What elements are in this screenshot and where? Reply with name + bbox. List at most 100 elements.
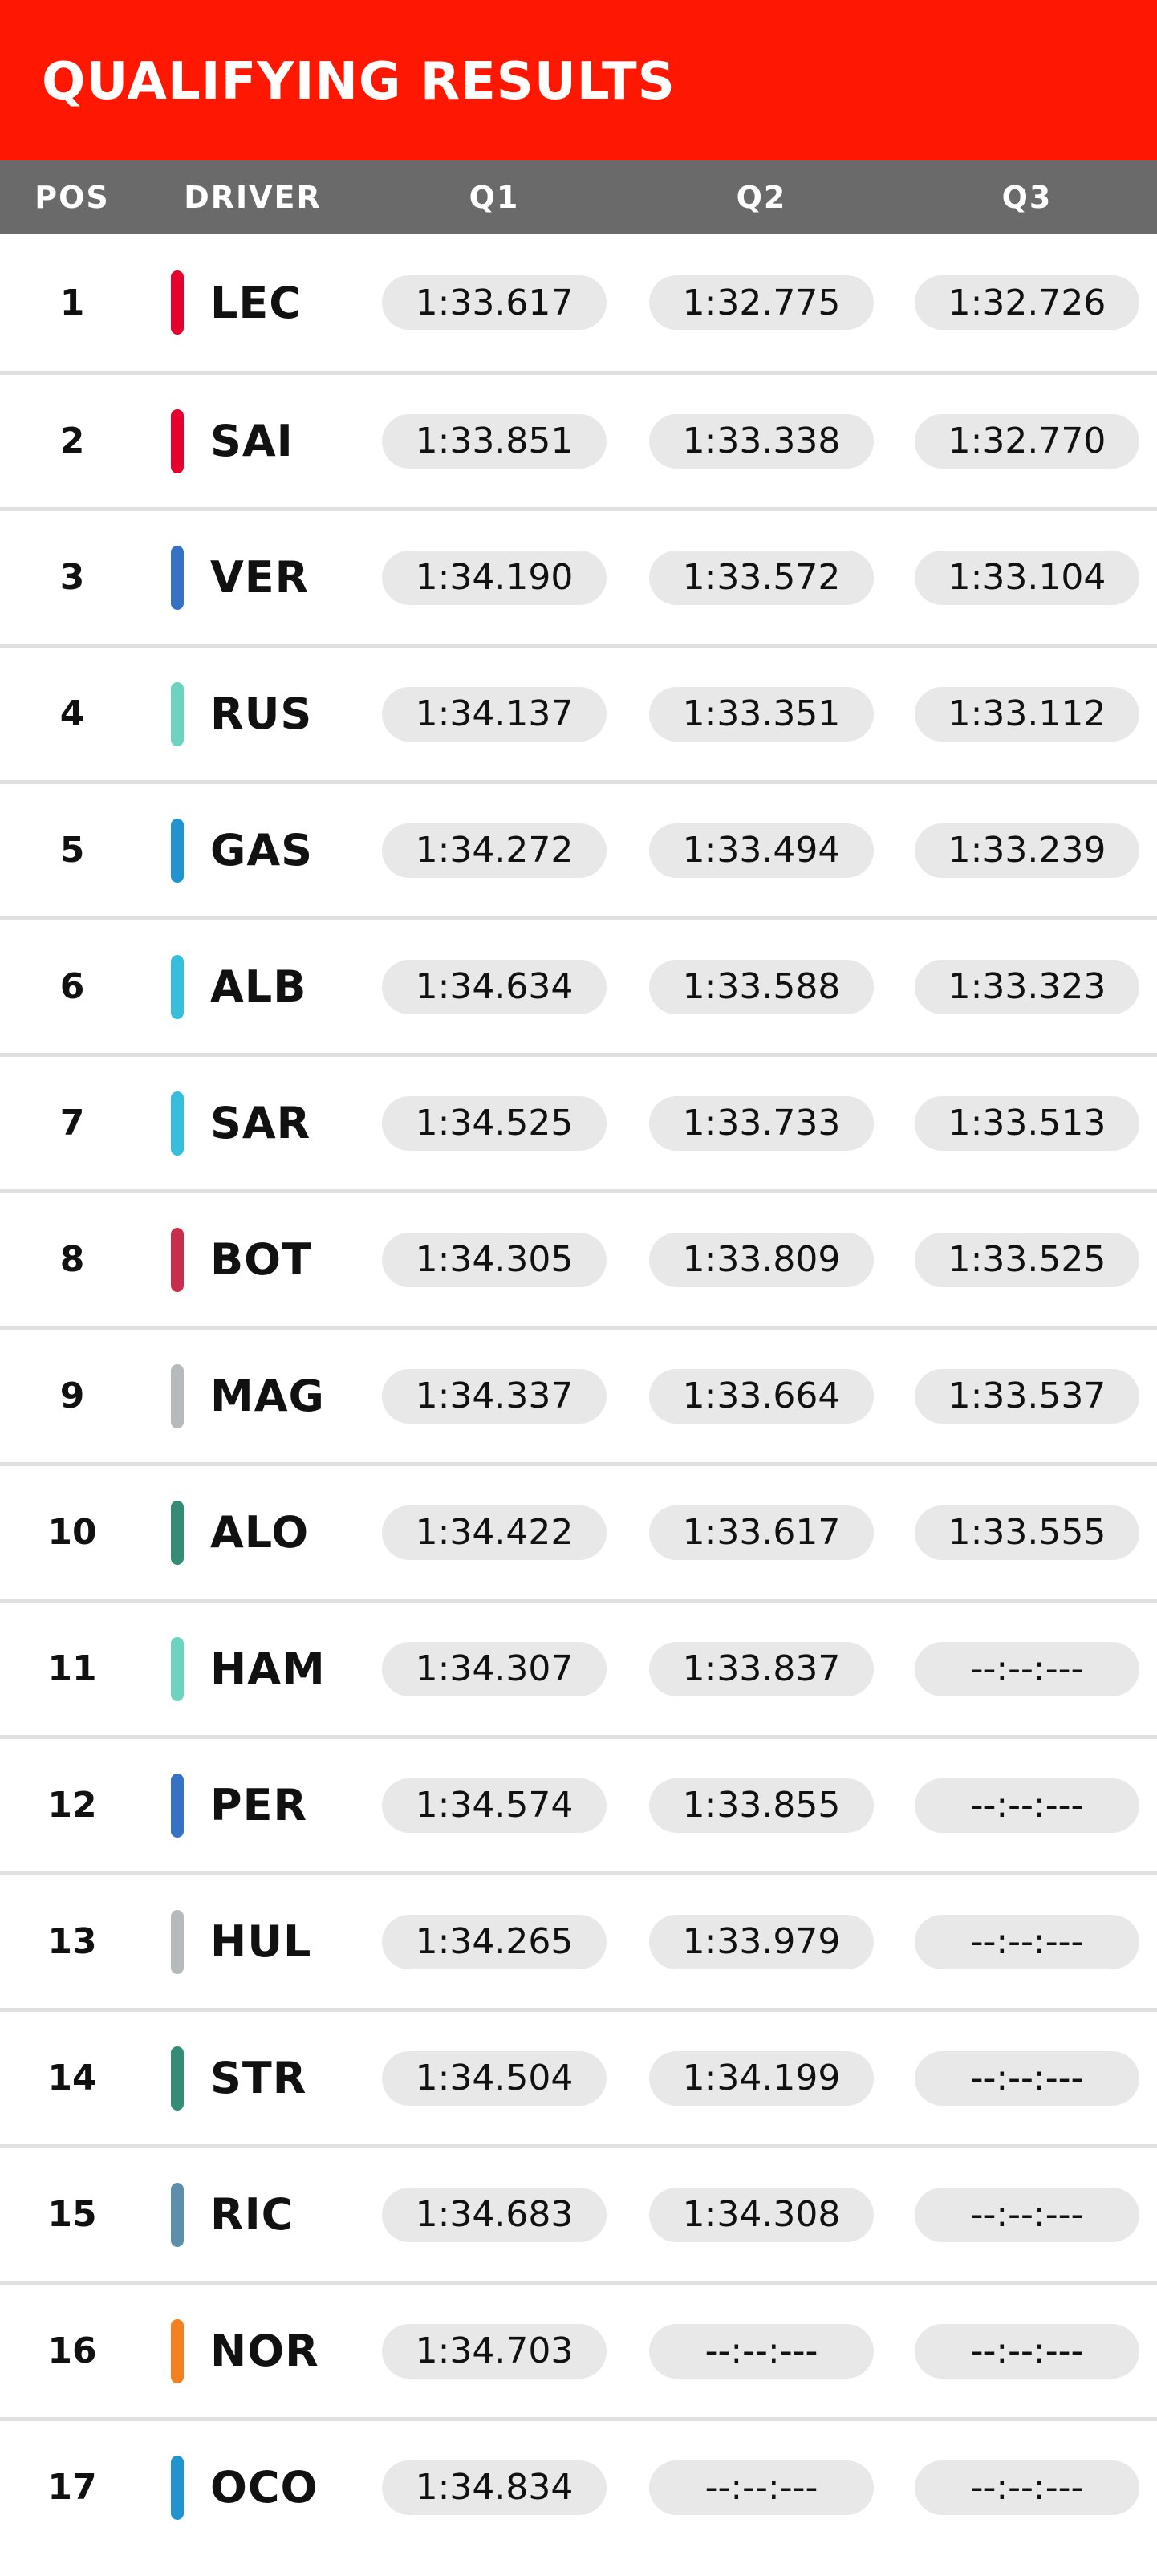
table-row: 10 ALO 1:34.422 1:33.617 1:33.555 <box>0 1462 1157 1599</box>
driver-code: GAS <box>210 825 314 876</box>
q3-time: --:--:--- <box>915 2460 1139 2515</box>
q3-time: 1:33.323 <box>915 959 1139 1014</box>
column-header-q2: Q2 <box>736 180 787 215</box>
q3-time: 1:33.104 <box>915 550 1139 605</box>
results-table: 1 LEC 1:33.617 1:32.775 1:32.726 2 SAI 1:33.851… <box>0 234 1157 2554</box>
q2-time: 1:33.351 <box>649 686 874 742</box>
position-number: 4 <box>59 693 85 734</box>
q3-time: 1:33.537 <box>915 1368 1139 1424</box>
table-row: 1 LEC 1:33.617 1:32.775 1:32.726 <box>0 234 1157 371</box>
position-number: 2 <box>59 421 85 461</box>
q1-time: 1:34.504 <box>382 2050 607 2106</box>
page-title: QUALIFYING RESULTS <box>42 52 676 112</box>
column-header-q1: Q1 <box>469 180 520 215</box>
table-row: 7 SAR 1:34.525 1:33.733 1:33.513 <box>0 1053 1157 1189</box>
position-number: 11 <box>47 1648 97 1689</box>
q2-time: 1:32.775 <box>649 275 874 330</box>
q2-time: --:--:--- <box>649 2323 874 2379</box>
position-number: 15 <box>47 2194 97 2235</box>
q1-time: 1:34.305 <box>382 1232 607 1287</box>
q1-time: 1:33.851 <box>382 413 607 469</box>
team-color-bar <box>171 1363 184 1428</box>
driver-code: BOT <box>210 1234 312 1285</box>
team-color-bar <box>171 408 184 473</box>
table-row: 14 STR 1:34.504 1:34.199 --:--:--- <box>0 2008 1157 2144</box>
q2-time: 1:33.837 <box>649 1641 874 1696</box>
q1-time: 1:34.422 <box>382 1505 607 1560</box>
q1-time: 1:34.265 <box>382 1914 607 1969</box>
team-color-bar <box>171 270 184 335</box>
driver-code: SAI <box>210 416 294 466</box>
position-number: 10 <box>47 1512 97 1553</box>
q1-time: 1:34.525 <box>382 1095 607 1151</box>
position-number: 5 <box>59 830 85 871</box>
table-row: 17 OCO 1:34.834 --:--:--- --:--:--- <box>0 2417 1157 2554</box>
table-row: 9 MAG 1:34.337 1:33.664 1:33.537 <box>0 1326 1157 1462</box>
q3-time: 1:33.555 <box>915 1505 1139 1560</box>
driver-code: LEC <box>210 277 302 328</box>
team-color-bar <box>171 1773 184 1838</box>
driver-code: MAG <box>210 1371 325 1421</box>
position-number: 7 <box>59 1103 85 1144</box>
q2-time: 1:33.338 <box>649 413 874 469</box>
q2-time: 1:33.494 <box>649 823 874 878</box>
team-color-bar <box>171 2455 184 2520</box>
q3-time: 1:33.513 <box>915 1095 1139 1151</box>
position-number: 12 <box>47 1785 97 1826</box>
driver-code: STR <box>210 2053 307 2103</box>
q2-time: 1:33.572 <box>649 550 874 605</box>
q1-time: 1:34.337 <box>382 1368 607 1424</box>
position-number: 1 <box>59 282 85 323</box>
table-row: 8 BOT 1:34.305 1:33.809 1:33.525 <box>0 1189 1157 1326</box>
team-color-bar <box>171 1909 184 1974</box>
page-header: QUALIFYING RESULTS <box>0 0 1157 160</box>
table-row: 4 RUS 1:34.137 1:33.351 1:33.112 <box>0 644 1157 780</box>
q1-time: 1:34.634 <box>382 959 607 1014</box>
q3-time: --:--:--- <box>915 1914 1139 1969</box>
column-header-pos: POS <box>35 180 110 215</box>
position-number: 13 <box>47 1921 97 1962</box>
team-color-bar <box>171 2318 184 2383</box>
q3-time: --:--:--- <box>915 2187 1139 2242</box>
q3-time: --:--:--- <box>915 2323 1139 2379</box>
team-color-bar <box>171 1227 184 1292</box>
table-row: 15 RIC 1:34.683 1:34.308 --:--:--- <box>0 2144 1157 2281</box>
q1-time: 1:34.703 <box>382 2323 607 2379</box>
q2-time: 1:33.617 <box>649 1505 874 1560</box>
driver-code: HAM <box>210 1644 326 1694</box>
driver-code: VER <box>210 552 310 603</box>
q1-time: 1:34.574 <box>382 1778 607 1833</box>
q2-time: 1:33.809 <box>649 1232 874 1287</box>
driver-code: NOR <box>210 2326 319 2376</box>
q3-time: --:--:--- <box>915 2050 1139 2106</box>
q1-time: 1:33.617 <box>382 275 607 330</box>
table-row: 16 NOR 1:34.703 --:--:--- --:--:--- <box>0 2281 1157 2417</box>
q1-time: 1:34.190 <box>382 550 607 605</box>
table-row: 6 ALB 1:34.634 1:33.588 1:33.323 <box>0 916 1157 1053</box>
position-number: 17 <box>47 2467 97 2508</box>
q2-time: 1:33.733 <box>649 1095 874 1151</box>
position-number: 14 <box>47 2058 97 2099</box>
driver-code: RUS <box>210 689 313 739</box>
team-color-bar <box>171 2182 184 2247</box>
team-color-bar <box>171 2046 184 2111</box>
q3-time: --:--:--- <box>915 1641 1139 1696</box>
q1-time: 1:34.834 <box>382 2460 607 2515</box>
position-number: 6 <box>59 966 85 1007</box>
q2-time: 1:34.199 <box>649 2050 874 2106</box>
q1-time: 1:34.272 <box>382 823 607 878</box>
q3-time: 1:32.726 <box>915 275 1139 330</box>
q2-time: 1:34.308 <box>649 2187 874 2242</box>
driver-code: ALO <box>210 1507 310 1558</box>
team-color-bar <box>171 1500 184 1565</box>
driver-code: ALB <box>210 961 307 1012</box>
team-color-bar <box>171 1091 184 1156</box>
position-number: 16 <box>47 2330 97 2371</box>
column-header-bar: POS DRIVER Q1 Q2 Q3 <box>0 160 1157 234</box>
q3-time: 1:32.770 <box>915 413 1139 469</box>
column-header-q3: Q3 <box>1001 180 1053 215</box>
q2-time: --:--:--- <box>649 2460 874 2515</box>
q2-time: 1:33.855 <box>649 1778 874 1833</box>
team-color-bar <box>171 818 184 883</box>
position-number: 9 <box>59 1375 85 1416</box>
